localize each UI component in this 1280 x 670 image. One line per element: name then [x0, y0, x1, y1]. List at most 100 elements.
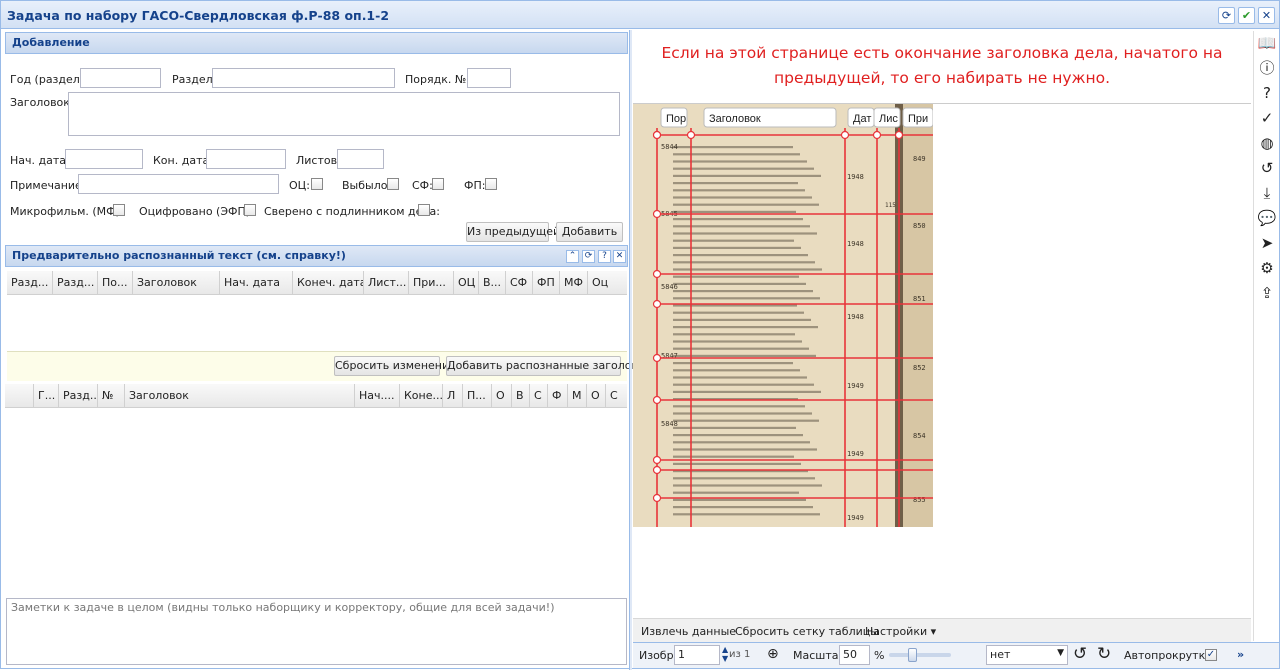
col-header[interactable]: Конеч. дата: [293, 271, 364, 294]
info-icon[interactable]: ⓘ: [1257, 58, 1277, 78]
scanned-page-image[interactable]: 5844 1948 115 849 5845 1948 850 5846 1948 851 5847…: [633, 104, 933, 527]
col-header[interactable]: Оц: [588, 271, 613, 294]
rotate-icon[interactable]: ↺: [1257, 158, 1277, 178]
help-icon[interactable]: ?: [598, 250, 611, 263]
autoscroll-label: Автопрокрутка:: [1124, 649, 1216, 662]
col-header[interactable]: М: [568, 384, 587, 407]
col-header[interactable]: Коне...: [400, 384, 443, 407]
entry-number: 5848: [661, 420, 678, 428]
col-header[interactable]: СФ: [506, 271, 533, 294]
recognized-panel-header: Предварительно распознанный текст (см. с…: [5, 245, 628, 267]
gear-icon[interactable]: ⚙: [1257, 258, 1277, 278]
task-notes-textarea[interactable]: Заметки к задаче в целом (видны только н…: [6, 598, 627, 665]
reset-changes-button[interactable]: Сбросить изменения: [334, 356, 456, 376]
extract-data-button[interactable]: Извлечь данные: [641, 625, 736, 638]
text-line: [673, 326, 818, 329]
splitter[interactable]: [629, 30, 632, 670]
help-circle-icon[interactable]: ?: [1257, 83, 1277, 103]
col-header[interactable]: С: [530, 384, 548, 407]
start-date-input[interactable]: [65, 149, 143, 169]
image-label: Изобр.: [639, 649, 678, 662]
col-header[interactable]: П...: [463, 384, 492, 407]
efp-checkbox[interactable]: [244, 204, 256, 216]
col-header[interactable]: В...: [479, 271, 506, 294]
cases-grid-header: Г... Разд... № Заголовок Нач.... Коне...…: [5, 384, 627, 408]
close-icon[interactable]: ✕: [1258, 7, 1275, 24]
sheets-input[interactable]: [337, 149, 384, 169]
col-header[interactable]: МФ: [560, 271, 588, 294]
end-date-input[interactable]: [206, 149, 286, 169]
col-header[interactable]: Разд...: [59, 384, 98, 407]
col-header[interactable]: Разд...: [7, 271, 53, 294]
chevron-down-icon[interactable]: ▼: [1057, 648, 1064, 658]
col-header[interactable]: В: [512, 384, 530, 407]
fit-icon[interactable]: ⊕: [767, 646, 779, 662]
col-header[interactable]: О: [587, 384, 606, 407]
col-header[interactable]: [5, 384, 34, 407]
percent-label: %: [874, 649, 885, 662]
col-header[interactable]: Л: [443, 384, 463, 407]
col-header[interactable]: О: [492, 384, 512, 407]
cases-grid-body[interactable]: [5, 408, 627, 597]
col-header[interactable]: Разд...: [53, 271, 98, 294]
fp-checkbox[interactable]: [485, 178, 497, 190]
scan-svg[interactable]: 5844194811584958451948850584619488515847…: [633, 104, 933, 527]
autoscroll-checkbox[interactable]: ✓: [1205, 649, 1217, 661]
book-icon[interactable]: 📖: [1257, 33, 1277, 53]
more-button[interactable]: »: [1237, 648, 1244, 661]
navigation-bar: Изобр. 1 ▲ ▼ из 1 ⊕ Масштаб 50 % нет ▼ ↺ ↻…: [633, 642, 1279, 668]
send-icon[interactable]: ➤: [1257, 233, 1277, 253]
title-textarea[interactable]: [68, 92, 620, 136]
scale-slider-track[interactable]: [889, 653, 951, 657]
col-header[interactable]: По...: [98, 271, 133, 294]
col-header[interactable]: При...: [409, 271, 454, 294]
globe-icon[interactable]: ◍: [1257, 133, 1277, 153]
sf-checkbox[interactable]: [432, 178, 444, 190]
note-input[interactable]: [78, 174, 279, 194]
refresh-icon[interactable]: ⟳: [1218, 7, 1235, 24]
scale-slider-thumb[interactable]: [908, 648, 917, 662]
scale-input[interactable]: 50: [839, 645, 870, 665]
col-header[interactable]: Заголовок: [125, 384, 355, 407]
add-button[interactable]: Добавить: [556, 222, 623, 242]
verified-checkbox[interactable]: [418, 204, 430, 216]
download-icon[interactable]: ⤓: [1257, 183, 1277, 203]
col-header[interactable]: Ф: [548, 384, 568, 407]
gone-checkbox[interactable]: [387, 178, 399, 190]
col-header[interactable]: Лист...: [364, 271, 409, 294]
collapse-icon[interactable]: ⌃: [566, 250, 579, 263]
page-edge: [903, 104, 933, 527]
notice-line-1: Если на этой странице есть окончание заг…: [661, 44, 1223, 62]
page-input[interactable]: 1: [674, 645, 720, 665]
text-line: [673, 290, 813, 293]
confirm-icon[interactable]: ✔: [1238, 7, 1255, 24]
rotation-select[interactable]: нет ▼: [986, 645, 1068, 665]
spinner-icon[interactable]: ▲ ▼: [722, 645, 728, 663]
col-header[interactable]: ФП: [533, 271, 560, 294]
mf-checkbox[interactable]: [113, 204, 125, 216]
reset-grid-button[interactable]: Сбросить сетку таблицы: [735, 625, 879, 638]
export-icon[interactable]: ⇪: [1257, 283, 1277, 303]
rotate-right-icon[interactable]: ↻: [1097, 644, 1111, 664]
settings-menu[interactable]: Настройки ▾: [865, 625, 936, 638]
check-circle-icon[interactable]: ✓: [1257, 108, 1277, 128]
chat-icon[interactable]: 💬: [1257, 208, 1277, 228]
year-input[interactable]: [80, 68, 161, 88]
col-header[interactable]: ОЦ: [454, 271, 479, 294]
col-header[interactable]: Г...: [34, 384, 59, 407]
order-input[interactable]: [467, 68, 511, 88]
refresh-small-icon[interactable]: ⟳: [582, 250, 595, 263]
close-small-icon[interactable]: ✕: [613, 250, 626, 263]
section-input[interactable]: [212, 68, 395, 88]
col-header[interactable]: Нач. дата: [220, 271, 293, 294]
col-header[interactable]: №: [98, 384, 125, 407]
add-recognized-button[interactable]: Добавить распознанные заголовки: [446, 356, 652, 376]
from-previous-button[interactable]: Из предыдущей: [466, 222, 560, 242]
rotate-left-icon[interactable]: ↺: [1073, 644, 1087, 664]
oc-checkbox[interactable]: [311, 178, 323, 190]
column-label: При: [908, 113, 928, 125]
col-header[interactable]: С: [606, 384, 627, 407]
verified-label: Сверено с подлинником дела:: [264, 205, 440, 218]
col-header[interactable]: Нач....: [355, 384, 400, 407]
col-header[interactable]: Заголовок: [133, 271, 220, 294]
